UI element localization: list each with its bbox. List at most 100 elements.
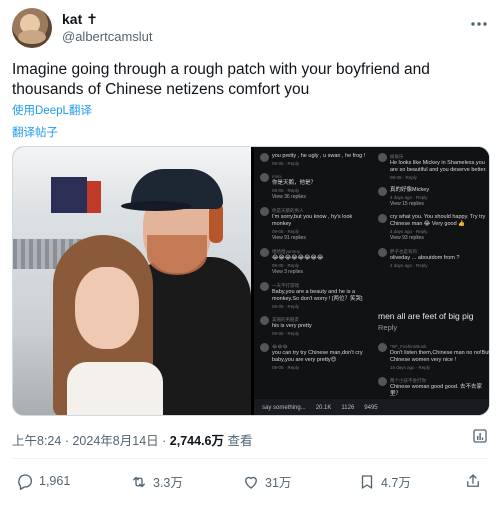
comment-item: 他是天鹅的男人 I'm sorry,but you know , hy's loo… (260, 207, 372, 242)
comment-text: his is very pretty (272, 323, 312, 329)
comment-meta: 09-05 · Reply (390, 175, 418, 180)
comment-user: 他是天鹅的男人 (272, 208, 304, 213)
comment-text: Chinese woman good good. 去不去家里？ (390, 384, 483, 397)
repost-button[interactable]: 3.3万 (130, 472, 183, 491)
comment-text: cry what you. You should happy. Try try … (390, 214, 486, 227)
comment-meta: 4 days ago · Reply (390, 229, 428, 234)
comment-avatar (378, 248, 387, 257)
bookmark-button[interactable]: 4.7万 (358, 472, 411, 491)
comment-text: Don't listen them,Chinese man no no!But … (390, 350, 490, 363)
comment-item: 哈哈哈yummy 😂😂😂😂😂😂😂😂 09-05 · Reply View 3 repl… (260, 248, 372, 276)
comment-count: 1126 (341, 404, 355, 411)
share-icon (467, 474, 479, 487)
comment-meta: 09-05 · Reply (272, 188, 300, 193)
post-date[interactable]: 2024年8月14日 (72, 434, 158, 448)
comment-text: you pretty , he ugly , u swan , he frog … (272, 153, 366, 159)
bookmark-count: 4.7万 (381, 476, 411, 490)
heart-count: 20.1K (315, 404, 332, 411)
comment-user: 偷偷乐 (390, 154, 404, 159)
comment-avatar (260, 173, 269, 182)
comment-avatar (260, 282, 269, 291)
comments-screenshot[interactable]: you pretty , he ugly , u swan , he frog … (254, 147, 490, 415)
comment-text: Baby,you are a beauty and he is a monkey… (272, 289, 363, 302)
comment-text: 真的好像Mickey (390, 187, 430, 193)
highlighted-comment-reply: Reply (378, 323, 398, 332)
comment-user: 两个小孩不会打你 (390, 378, 426, 383)
couple-photo[interactable] (13, 147, 251, 415)
more-icon[interactable] (470, 14, 488, 32)
comment-user: mimi (272, 174, 282, 179)
comments-right-column: 偷偷乐 He looks like Mickey in Shameless.you… (378, 153, 489, 275)
comment-avatar (260, 248, 269, 257)
heart-icon (245, 476, 257, 489)
comment-item: mimi 你是天鹅，他是？ 09-05 · Reply View 36 replies (260, 173, 372, 201)
share-count: 9495 (364, 404, 378, 411)
comment-replies: View 15 replies (390, 201, 424, 207)
timestamp-separator: · (162, 434, 167, 448)
comment-meta: 15 days ago · Reply (390, 365, 431, 370)
comment-avatar (378, 377, 387, 386)
comment-text: I'm sorry,but you know , hy's look monke… (272, 214, 353, 227)
divider (12, 458, 488, 459)
views-label: 查看 (227, 434, 253, 448)
comment-user: 美丽的男朋友 (272, 317, 299, 322)
like-button[interactable]: 31万 (242, 472, 291, 491)
translate-post-link[interactable]: 翻译帖子 (12, 124, 58, 140)
cross-symbol: ✝ (86, 11, 98, 27)
action-bar: 1,961 3.3万 31万 4.7万 (12, 472, 488, 494)
comment-user: 😂😂😂 (272, 344, 288, 349)
comment-text: oliveday ... aboutdom from ? (390, 255, 460, 261)
repost-icon (133, 476, 145, 487)
comment-item: cry what you. You should happy. Try try … (378, 214, 489, 242)
highlighted-comment: men all are feet of big pig (378, 311, 474, 321)
tweet-media[interactable]: you pretty , he ugly , u swan , he frog … (12, 146, 490, 416)
post-time[interactable]: 上午8:24 (12, 434, 61, 448)
comments-left-column: you pretty , he ugly , u swan , he frog … (260, 153, 372, 377)
reply-icon (18, 474, 33, 490)
comment-input-placeholder: say something... (262, 404, 306, 411)
comment-item: you pretty , he ugly , u swan , he frog … (260, 153, 372, 167)
timestamp-separator: · (64, 434, 69, 448)
tweet-text: Imagine going through a rough patch with… (12, 61, 430, 98)
comment-avatar (378, 343, 387, 352)
like-count: 31万 (265, 476, 292, 490)
comment-meta: 09-05 · Reply (272, 304, 300, 309)
photo-sign-red (87, 181, 101, 213)
share-button[interactable] (464, 472, 482, 490)
comment-avatar (260, 343, 269, 352)
comment-text: He looks like Mickey in Shameless.you ar… (390, 160, 487, 173)
author-name[interactable]: kat ✝ (62, 11, 98, 28)
comment-meta: 09-05 · Reply (272, 229, 300, 234)
analytics-icon[interactable] (472, 428, 488, 444)
author-handle[interactable]: @albertcamslut (62, 29, 153, 44)
comment-user: 一天不打游戏 (272, 283, 299, 288)
photo-sign (51, 177, 87, 213)
comment-item: 真的好像Mickey 4 days ago · Reply View 15 repl… (378, 187, 489, 208)
photo-woman-face (75, 267, 139, 349)
comment-item: 胖子也是有的 oliveday ... aboutdom from ? 4 days… (378, 248, 489, 269)
comment-meta: 09-05 · Reply (272, 331, 300, 336)
photo-woman-top (67, 362, 163, 415)
repost-count: 3.3万 (153, 476, 183, 490)
comment-item: 美丽的男朋友 his is very pretty 09-05 · Reply (260, 316, 372, 337)
comment-meta: 4 days ago · Reply (390, 195, 428, 200)
comment-replies: View 93 replies (390, 235, 424, 241)
comment-avatar (260, 207, 269, 216)
comment-avatar (260, 316, 269, 325)
avatar[interactable] (12, 8, 52, 48)
comment-text: 你是天鹅，他是？ (272, 180, 317, 186)
comment-item: 一天不打游戏 Baby,you are a beauty and he is a … (260, 282, 372, 310)
comment-item: 😂😂😂 you can try try Chinese man,don't cry… (260, 343, 372, 371)
comment-input-bar: say something... 20.1K 1126 9495 (254, 399, 489, 415)
reply-count: 1,961 (39, 474, 71, 488)
author-name-text[interactable]: kat (62, 11, 82, 27)
comment-user: 哈哈哈yummy (272, 249, 300, 254)
tweet-header: kat ✝ @albertcamslut (12, 8, 488, 48)
comment-replies: View 36 replies (272, 194, 306, 200)
translate-deepl-link[interactable]: 使用DeepL翻译 (12, 102, 92, 118)
tweet-timestamp: 上午8:24 · 2024年8月14日 · 2,744.6万 查看 (12, 430, 253, 449)
reply-button[interactable]: 1,961 (16, 472, 70, 490)
comment-item: 偷偷乐 He looks like Mickey in Shameless.you… (378, 153, 489, 181)
comment-user: 胖子也是有的 (390, 249, 417, 254)
comment-replies: View 3 replies (272, 269, 304, 275)
